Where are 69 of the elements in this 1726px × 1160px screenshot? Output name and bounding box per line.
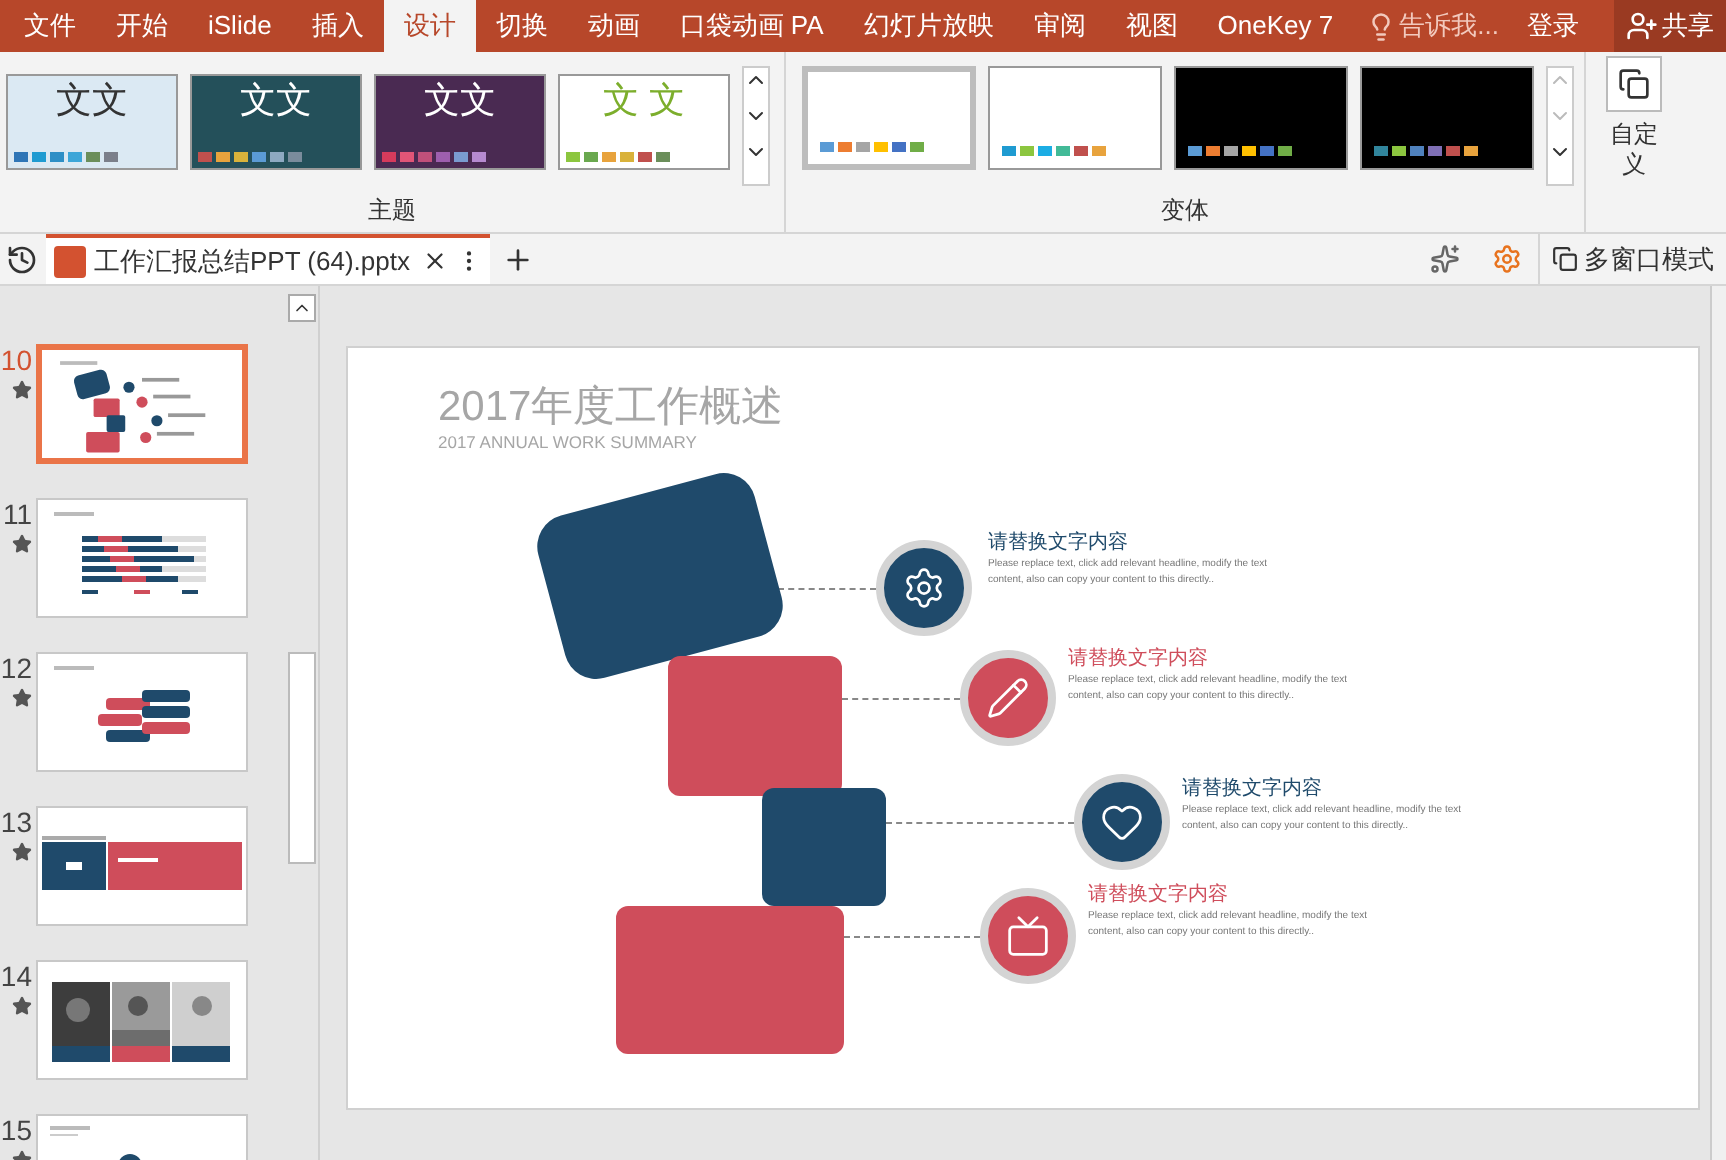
ribbon-tab[interactable]: 文件 <box>4 0 96 52</box>
dashed-connector <box>844 936 980 938</box>
variant-thumbnail[interactable] <box>1174 66 1348 170</box>
slide-number: 14 <box>0 960 32 992</box>
variant-thumbnail[interactable] <box>1360 66 1534 170</box>
star-icon <box>12 996 32 1016</box>
item-heading: 请替换文字内容 <box>1182 778 1324 802</box>
group-label: 主题 <box>366 194 418 228</box>
slide-thumbnail[interactable] <box>36 1114 248 1160</box>
group-label: 变体 <box>1159 194 1211 228</box>
ribbon-tab[interactable]: 视图 <box>1105 0 1198 52</box>
star-icon <box>12 842 32 862</box>
color-swatches <box>1002 146 1106 156</box>
slide-title: 2017年度工作概述 <box>438 382 784 434</box>
close-icon[interactable] <box>421 248 448 274</box>
theme-sample-text: 文 文 <box>600 82 687 118</box>
theme-thumbnail[interactable]: 文文 <box>190 74 362 170</box>
ribbon-tab[interactable]: 动画 <box>567 0 660 52</box>
heart-icon <box>1100 800 1144 844</box>
settings-icon[interactable] <box>1492 244 1522 274</box>
sparkle-icon[interactable] <box>1430 244 1460 274</box>
slide-number: 10 <box>0 344 32 376</box>
document-tab[interactable]: 工作汇报总结PPT (64).pptx <box>46 234 490 284</box>
slide-number: 15 <box>0 1114 32 1146</box>
theme-sample-text: 文文 <box>54 82 130 118</box>
slide-number: 11 <box>2 498 32 530</box>
new-tab-icon[interactable] <box>501 243 534 275</box>
multi-window-button[interactable]: 多窗口模式 <box>1538 234 1726 284</box>
slide-drawing <box>50 1125 142 1159</box>
tv-icon <box>1006 914 1050 958</box>
ribbon-tab[interactable]: 切换 <box>475 0 568 52</box>
variant-thumbnail[interactable] <box>802 66 976 170</box>
item-heading: 请替换文字内容 <box>988 532 1130 556</box>
item-heading: 请替换文字内容 <box>1068 648 1210 672</box>
tell-me-field[interactable]: 告诉我... <box>1399 6 1499 46</box>
sign-in-link[interactable]: 登录 <box>1510 0 1595 52</box>
customize-button[interactable]: 自定义 <box>1594 52 1674 232</box>
ribbon-tab[interactable]: 设计 <box>383 0 476 52</box>
scroll-thumb[interactable] <box>288 652 316 864</box>
slide-subtitle: 2017 ANNUAL WORK SUMMARY <box>438 430 697 456</box>
star-icon <box>12 380 32 400</box>
ribbon-tab[interactable]: 插入 <box>291 0 384 52</box>
ribbon-tab[interactable]: 口袋动画 PA <box>659 0 844 52</box>
windows-icon <box>1552 246 1578 272</box>
item-heading: 请替换文字内容 <box>1088 884 1230 908</box>
share-button[interactable]: 共享 <box>1614 0 1726 52</box>
ribbon-tab[interactable]: 开始 <box>96 0 188 52</box>
star-icon <box>12 688 32 708</box>
color-swatches <box>820 142 924 152</box>
gear-icon <box>902 566 946 610</box>
ribbon-tab[interactable]: 审阅 <box>1013 0 1106 52</box>
star-icon <box>12 534 32 554</box>
ribbon-tab[interactable]: OneKey 7 <box>1197 0 1354 52</box>
ribbon-tab[interactable]: 幻灯片放映 <box>843 0 1014 52</box>
person-icon <box>1626 10 1658 42</box>
slide-number: 12 <box>0 652 32 684</box>
history-icon[interactable] <box>6 243 38 275</box>
color-swatches <box>1188 146 1292 156</box>
slide-number: 13 <box>0 806 32 838</box>
theme-thumbnail[interactable]: 文文 <box>374 74 546 170</box>
ribbon-tab[interactable]: iSlide <box>188 0 292 52</box>
color-swatches <box>1374 146 1478 156</box>
powerpoint-icon <box>54 245 86 277</box>
theme-sample-text: 文文 <box>238 82 314 118</box>
theme-sample-text: 文文 <box>422 82 498 118</box>
variant-thumbnail[interactable] <box>988 66 1162 170</box>
pencil-icon <box>986 676 1030 720</box>
theme-thumbnail[interactable]: 文文 <box>6 74 178 170</box>
scroll-up-icon[interactable] <box>288 294 316 322</box>
